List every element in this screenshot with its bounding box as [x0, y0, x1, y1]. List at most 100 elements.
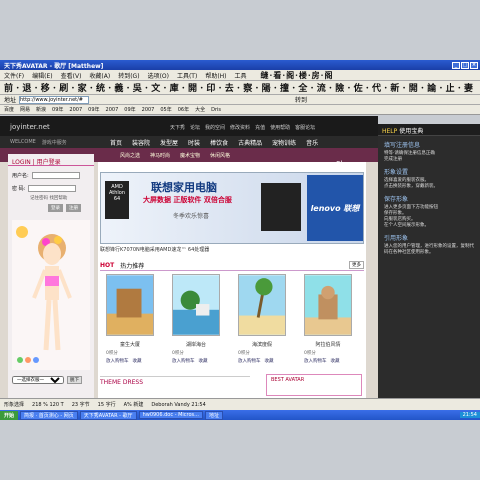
link-item[interactable]: 百度 — [4, 106, 14, 113]
site-logo[interactable]: joyinter.net — [10, 123, 50, 131]
link-item[interactable]: 新浪 — [36, 106, 46, 113]
browser-toolbar[interactable]: 前 · 退 · 移 · 刷 · 家 · 统 · 義 · 吳 · 文 · 庫 · … — [0, 81, 480, 95]
link-item[interactable]: 09年 — [52, 106, 63, 113]
menu-tools[interactable]: 工具(T) — [177, 71, 197, 80]
taskbar-task[interactable]: 简报 · 首页测心 - 网页 — [20, 410, 78, 420]
more-button[interactable]: 更多 — [349, 261, 364, 269]
toplink[interactable]: 使用帮助 — [270, 124, 290, 131]
start-button[interactable]: 开始 — [0, 410, 19, 420]
help-section-title[interactable]: 填写注册信息 — [384, 140, 476, 149]
subnav-item[interactable]: 休闲风格 — [210, 152, 230, 159]
wardrobe-select[interactable]: 一选择衣服一 — [12, 376, 64, 384]
username-input[interactable] — [31, 172, 80, 179]
product-points: 0积分 — [238, 351, 250, 356]
add-to-cart-link[interactable]: 放入购物车 — [172, 358, 195, 364]
add-to-cart-link[interactable]: 放入购物车 — [304, 358, 327, 364]
menu-help[interactable]: 帮助(H) — [205, 71, 226, 80]
close-icon[interactable]: × — [470, 61, 478, 69]
nav-item[interactable]: 古典精品 — [238, 138, 262, 147]
favorite-link[interactable]: 收藏 — [199, 358, 208, 364]
status-bar: 形象选择 218 % 120 T 23 字节 15 字行 A% 新建 Debor… — [0, 398, 480, 410]
product-points: 0积分 — [106, 351, 118, 356]
add-to-cart-link[interactable]: 放入购物车 — [106, 358, 129, 364]
link-item[interactable]: Dris — [211, 107, 221, 113]
favorite-link[interactable]: 收藏 — [331, 358, 340, 364]
link-item[interactable]: 2007 — [142, 107, 155, 113]
product-thumbnail[interactable] — [238, 274, 286, 336]
toplink[interactable]: 充值 — [255, 124, 265, 131]
toplink[interactable]: 天下秀 — [170, 124, 185, 131]
product-card[interactable]: 阿拉伯风情 0积分 放入购物车 收藏 — [304, 274, 352, 364]
help-section-title[interactable]: 引用形象 — [384, 233, 476, 242]
toplink[interactable]: 客服论坛 — [295, 124, 315, 131]
help-section-title[interactable]: 保存形象 — [384, 194, 476, 203]
subnav-item[interactable]: 风尚之选 — [120, 152, 140, 159]
ad-banner[interactable]: AMD Athlon 64 联想家用电脑 大屏数据 正版软件 双倍合服 冬季欢乐… — [100, 172, 364, 244]
menu-edit[interactable]: 编辑(E) — [32, 71, 52, 80]
menu-favorites[interactable]: 收藏(A) — [89, 71, 110, 80]
menu-goto[interactable]: 转到(G) — [118, 71, 139, 80]
menu-tool2[interactable]: 工具 — [235, 71, 247, 80]
product-name[interactable]: 阿拉伯风情 — [304, 341, 352, 348]
menu-file[interactable]: 文件(F) — [4, 71, 24, 80]
link-item[interactable]: 06年 — [178, 106, 189, 113]
help-link[interactable]: 找回帮助 — [49, 196, 67, 201]
taskbar-task[interactable]: 地址 — [204, 410, 223, 420]
nav-item[interactable]: 宠物训练 — [272, 138, 296, 147]
go-button[interactable]: 转到 — [295, 95, 307, 104]
link-item[interactable]: 大全 — [195, 106, 205, 113]
link-item[interactable]: 05年 — [160, 106, 171, 113]
maximize-icon[interactable]: □ — [461, 61, 469, 69]
minimize-icon[interactable]: _ — [452, 61, 460, 69]
password-input[interactable] — [28, 185, 77, 192]
subnav-item[interactable]: 神马时尚 — [150, 152, 170, 159]
login-button[interactable]: 登录 — [48, 204, 63, 212]
best-avatar-header[interactable]: BEST AVATAR — [266, 374, 362, 396]
product-thumbnail[interactable] — [172, 274, 220, 336]
link-item[interactable]: 09年 — [124, 106, 135, 113]
product-card[interactable]: 海滨度假 0积分 放入购物车 收藏 — [238, 274, 286, 364]
product-name[interactable]: 海滨度假 — [238, 341, 286, 348]
product-card[interactable]: 湖岸海台 0积分 放入购物车 收藏 — [172, 274, 220, 364]
toolbar-buttons[interactable]: 前 · 退 · 移 · 刷 · 家 · 统 · 義 · 吳 · 文 · 庫 · … — [4, 81, 473, 94]
menu-options[interactable]: 选项(O) — [148, 71, 169, 80]
product-thumbnail[interactable] — [304, 274, 352, 336]
link-item[interactable]: 2007 — [106, 107, 119, 113]
favorite-link[interactable]: 收藏 — [133, 358, 142, 364]
nav-item[interactable]: 音乐 — [306, 138, 318, 147]
subnav-item[interactable]: 魔术宝物 — [180, 152, 200, 159]
product-thumbnail[interactable] — [106, 274, 154, 336]
product-card[interactable]: 童生大厦 0积分 放入购物车 收藏 — [106, 274, 154, 364]
nav-item[interactable]: 装容院 — [132, 138, 150, 147]
game-service-link[interactable]: 游戏中服务 — [42, 139, 67, 146]
hot-subtab[interactable]: 热力推荐 — [120, 261, 144, 270]
window-titlebar: 天下秀AVATAR - 歌厅 [Matthew] _ □ × — [0, 60, 480, 70]
help-section-title[interactable]: 形象设置 — [384, 167, 476, 176]
nav-item[interactable]: 时装 — [188, 138, 200, 147]
banner-caption[interactable]: 联想锋行K7070N电脑采用AMD速龙™ 64处理器 — [100, 246, 209, 253]
toolbar-fancy-labels[interactable]: 缝·看·阁·楼·房·阁 — [261, 70, 334, 81]
taskbar-task[interactable]: 天下秀AVATAR - 歌厅 — [79, 410, 137, 420]
nav-item[interactable]: 发型屋 — [160, 138, 178, 147]
add-to-cart-link[interactable]: 放入购物车 — [238, 358, 261, 364]
link-item[interactable]: 网易 — [20, 106, 30, 113]
product-name[interactable]: 湖岸海台 — [172, 341, 220, 348]
toplink[interactable]: 修改资料 — [230, 124, 250, 131]
toplink[interactable]: 论坛 — [190, 124, 200, 131]
toplink[interactable]: 我的空间 — [205, 124, 225, 131]
register-button[interactable]: 注册 — [66, 204, 81, 212]
link-item[interactable]: 09年 — [88, 106, 99, 113]
remember-checkbox[interactable]: 记住密码 — [30, 196, 48, 201]
nav-item[interactable]: 首页 — [110, 138, 122, 147]
theme-dress-header[interactable]: THEME DRESS — [100, 376, 250, 388]
menu-view[interactable]: 查看(V) — [61, 71, 82, 80]
nav-item[interactable]: 棒饮食 — [210, 138, 228, 147]
taskbar-task[interactable]: hw0906.doc - Micros... — [138, 411, 203, 419]
favorite-link[interactable]: 收藏 — [265, 358, 274, 364]
help-section: 引用形象 进入您的用户管理，进行形象的设置，复制代码在各种社区使用形象。 — [378, 229, 480, 256]
hot-tab[interactable]: HOT — [100, 262, 114, 269]
link-item[interactable]: 2007 — [69, 107, 82, 113]
undress-button[interactable]: 脱下 — [67, 376, 82, 384]
product-name[interactable]: 童生大厦 — [106, 341, 154, 348]
address-input[interactable] — [19, 95, 90, 104]
